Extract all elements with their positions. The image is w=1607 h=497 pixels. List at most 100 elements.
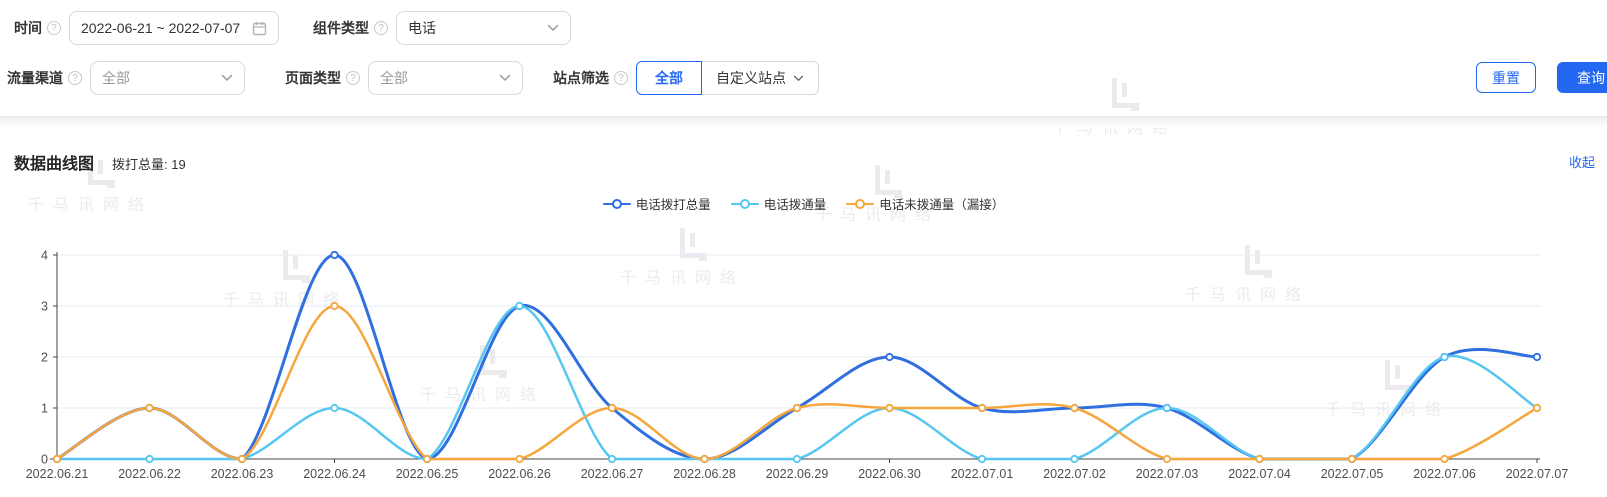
- chevron-down-icon: [499, 74, 511, 82]
- help-icon[interactable]: ?: [614, 71, 628, 85]
- filter-row-1: 时间 ? 2022-06-21 ~ 2022-07-07 组件类型 ? 电话: [14, 10, 571, 46]
- x-axis-label: 2022.06.25: [396, 467, 459, 481]
- help-icon[interactable]: ?: [47, 21, 61, 35]
- data-point-marker: [609, 405, 615, 411]
- legend-label: 电话拨打总量: [636, 194, 711, 213]
- site-filter-label: 站点筛选: [553, 68, 609, 88]
- chevron-down-icon: [793, 75, 804, 82]
- y-axis-label: 2: [41, 351, 48, 365]
- site-custom-label: 自定义站点: [716, 68, 786, 88]
- time-label: 时间: [14, 18, 42, 38]
- x-axis-label: 2022.06.22: [118, 467, 181, 481]
- data-point-marker: [54, 456, 60, 462]
- traffic-channel-value: 全部: [102, 68, 213, 88]
- x-axis-label: 2022.07.03: [1136, 467, 1199, 481]
- data-point-marker: [1071, 405, 1077, 411]
- x-axis-label: 2022.06.28: [673, 467, 736, 481]
- data-point-marker: [331, 405, 337, 411]
- help-icon[interactable]: ?: [68, 71, 82, 85]
- legend-item[interactable]: 电话拨打总量: [603, 194, 711, 213]
- page-type-select[interactable]: 全部: [368, 61, 523, 95]
- x-axis-label: 2022.06.23: [211, 467, 274, 481]
- x-axis-label: 2022.07.01: [951, 467, 1014, 481]
- data-point-marker: [516, 456, 522, 462]
- data-point-marker: [1441, 456, 1447, 462]
- legend-item[interactable]: 电话未拨通量（漏接）: [846, 194, 1004, 213]
- section-divider: [0, 116, 1607, 128]
- site-all-label: 全部: [655, 68, 683, 88]
- x-axis-label: 2022.07.07: [1506, 467, 1569, 481]
- data-point-marker: [1164, 405, 1170, 411]
- page-type-value: 全部: [380, 68, 491, 88]
- legend-label: 电话未拨通量（漏接）: [879, 194, 1004, 213]
- data-point-marker: [979, 405, 985, 411]
- y-axis-label: 4: [41, 249, 48, 263]
- data-point-marker: [886, 354, 892, 360]
- legend-label: 电话拨通量: [764, 194, 827, 213]
- data-point-marker: [1071, 456, 1077, 462]
- data-point-marker: [331, 303, 337, 309]
- y-axis-label: 3: [41, 300, 48, 314]
- watermark: 千马讯网络: [1112, 78, 1136, 108]
- component-type-select[interactable]: 电话: [396, 11, 571, 45]
- chart-legend: 电话拨打总量 电话拨通量 电话未拨通量（漏接）: [0, 194, 1607, 213]
- data-point-marker: [146, 405, 152, 411]
- site-custom-button[interactable]: 自定义站点: [702, 61, 819, 95]
- data-point-marker: [1164, 456, 1170, 462]
- x-axis-label: 2022.06.29: [766, 467, 829, 481]
- data-point-marker: [516, 303, 522, 309]
- data-point-marker: [1441, 354, 1447, 360]
- chevron-down-icon: [547, 24, 559, 32]
- watermark-logo-icon: [1112, 78, 1136, 108]
- x-axis-label: 2022.07.05: [1321, 467, 1384, 481]
- data-point-marker: [146, 456, 152, 462]
- site-filter-segment: 全部 自定义站点: [636, 61, 819, 95]
- x-axis-label: 2022.06.26: [488, 467, 551, 481]
- filter-row-2: 流量渠道 ? 全部 页面类型 ? 全部 站点筛选 ? 全部 自定义站点: [7, 60, 819, 96]
- x-axis-label: 2022.06.27: [581, 467, 644, 481]
- traffic-channel-label: 流量渠道: [7, 68, 63, 88]
- legend-marker-icon: [731, 198, 759, 210]
- data-point-marker: [701, 456, 707, 462]
- collapse-link[interactable]: 收起: [1569, 152, 1595, 171]
- data-point-marker: [794, 456, 800, 462]
- watermark-logo-icon: [875, 165, 899, 195]
- y-axis-label: 1: [41, 402, 48, 416]
- data-point-marker: [1256, 456, 1262, 462]
- filter-actions: 重置 查询: [1476, 62, 1607, 93]
- section-header: 数据曲线图 拨打总量: 19: [14, 150, 186, 174]
- help-icon[interactable]: ?: [374, 21, 388, 35]
- x-axis-label: 2022.07.06: [1413, 467, 1476, 481]
- data-point-marker: [886, 405, 892, 411]
- site-all-button[interactable]: 全部: [636, 61, 702, 95]
- data-point-marker: [331, 252, 337, 258]
- analytics-page: 千马讯网络千马讯网络千马讯网络千马讯网络千马讯网络千马讯网络千马讯网络千马讯网络…: [0, 0, 1607, 497]
- legend-marker-icon: [603, 198, 631, 210]
- legend-marker-icon: [846, 198, 874, 210]
- page-type-label: 页面类型: [285, 68, 341, 88]
- line-chart: 0 1 2 3 4 2022.06.21 2022.06.22 2022.06.23 2022.…: [0, 224, 1607, 494]
- query-button[interactable]: 查询: [1557, 62, 1607, 93]
- data-point-marker: [239, 456, 245, 462]
- data-point-marker: [1534, 354, 1540, 360]
- x-axis-label: 2022.07.02: [1043, 467, 1106, 481]
- date-range-value: 2022-06-21 ~ 2022-07-07: [81, 20, 244, 36]
- traffic-channel-select[interactable]: 全部: [90, 61, 245, 95]
- component-type-value: 电话: [408, 18, 539, 38]
- y-axis-label: 0: [41, 453, 48, 467]
- data-point-marker: [979, 456, 985, 462]
- section-title: 数据曲线图: [14, 150, 94, 174]
- x-axis-label: 2022.06.30: [858, 467, 921, 481]
- chevron-down-icon: [221, 74, 233, 82]
- data-point-marker: [1534, 405, 1540, 411]
- series-line: [57, 306, 1537, 459]
- legend-item[interactable]: 电话拨通量: [731, 194, 827, 213]
- help-icon[interactable]: ?: [346, 71, 360, 85]
- line-chart-svg: 0 1 2 3 4 2022.06.21 2022.06.22 2022.06.23 2022.…: [0, 224, 1607, 494]
- x-axis-label: 2022.06.21: [26, 467, 89, 481]
- date-range-input[interactable]: 2022-06-21 ~ 2022-07-07: [69, 11, 279, 45]
- data-point-marker: [794, 405, 800, 411]
- watermark: 千马讯网络: [875, 165, 899, 195]
- reset-button[interactable]: 重置: [1476, 62, 1536, 93]
- x-axis-label: 2022.06.24: [303, 467, 366, 481]
